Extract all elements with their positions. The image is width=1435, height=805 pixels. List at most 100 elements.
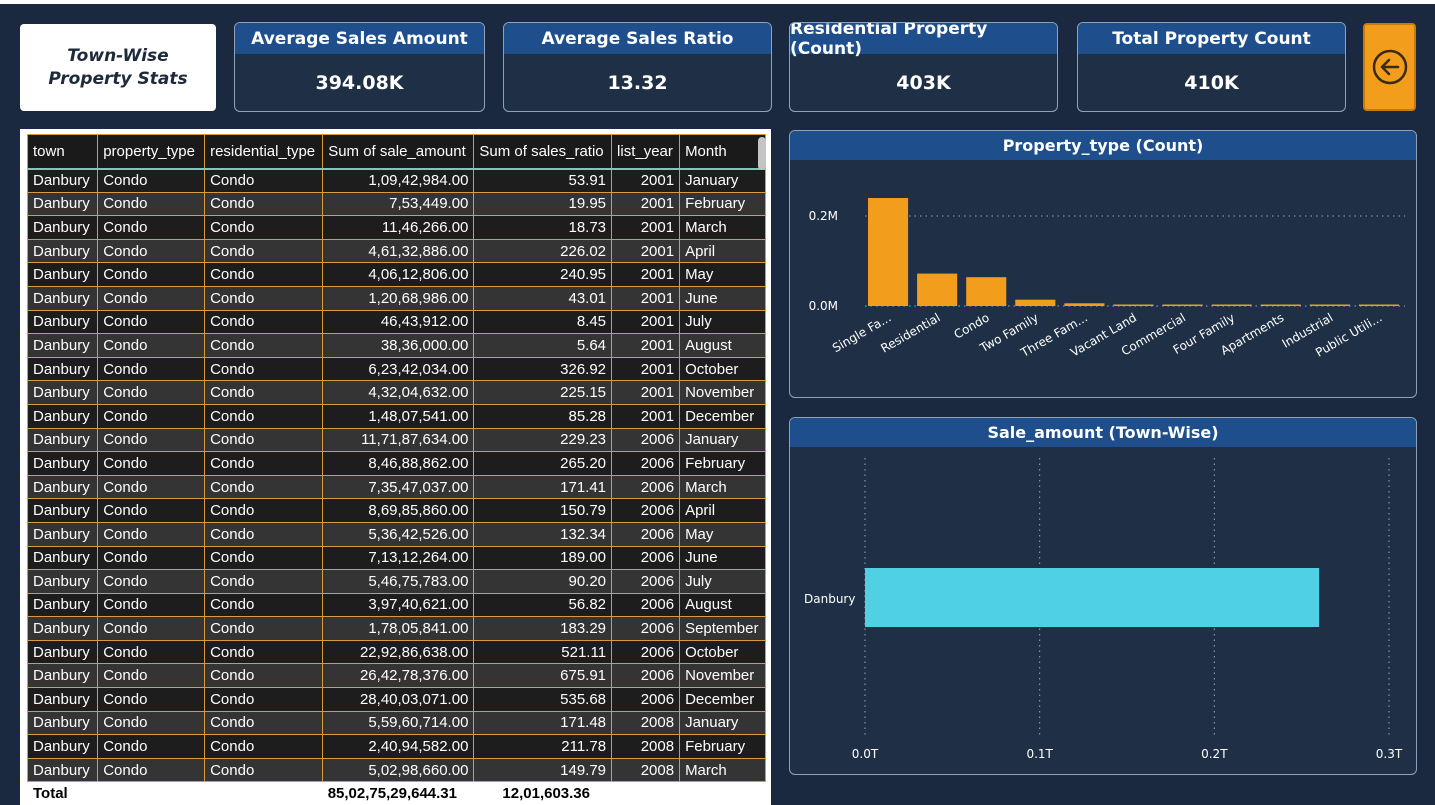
table-row[interactable]: Danbury Condo Condo 1,78,05,841.00 183.29 200… [26,616,766,641]
bar-industrial[interactable] [1309,304,1350,307]
cell-month: January [679,168,766,193]
table-row[interactable]: Danbury Condo Condo 4,06,12,806.00 240.95 200… [26,262,766,287]
cell-sales-ratio: 56.82 [473,592,613,618]
table-row[interactable]: Danbury Condo Condo 4,32,04,632.00 225.15 200… [26,380,766,405]
table-row[interactable]: Danbury Condo Condo 8,69,85,860.00 150.79 200… [26,498,766,523]
cell-sales-ratio: 211.78 [473,734,613,759]
bar-single-fa-[interactable] [868,198,909,306]
cell-town: Danbury [26,687,99,712]
table-row[interactable]: Danbury Condo Condo 7,35,47,037.00 171.41 200… [26,474,766,500]
cell-property-type: Condo [97,168,206,193]
kpi-label: Total Property Count [1078,23,1345,54]
cell-residential-type: Condo [204,639,324,665]
column-header-month[interactable]: Month [679,134,766,170]
table-scrollbar[interactable] [758,137,766,170]
cell-residential-type: Condo [204,498,324,523]
cell-sales-ratio: 85.28 [473,403,613,429]
table-row[interactable]: Danbury Condo Condo 11,46,266.00 18.73 2001 Ma… [26,215,766,240]
cell-town: Danbury [26,215,99,240]
cell-residential-type: Condo [204,191,324,217]
table-row[interactable]: Danbury Condo Condo 7,13,12,264.00 189.00 200… [26,545,766,571]
cell-sale-amount: 7,35,47,037.00 [322,474,475,500]
table-row[interactable]: Danbury Condo Condo 2,40,94,582.00 211.78 200… [26,734,766,759]
table-row[interactable]: Danbury Condo Condo 38,36,000.00 5.64 2001 Aug… [26,333,766,358]
cell-sale-amount: 2,40,94,582.00 [322,734,475,759]
bar-danbury[interactable] [865,568,1320,627]
cell-property-type: Condo [97,333,206,358]
table-row[interactable]: Danbury Condo Condo 1,48,07,541.00 85.28 2001… [26,403,766,429]
cell-list-year: 2006 [611,451,681,476]
table-row[interactable]: Danbury Condo Condo 3,97,40,621.00 56.82 2006… [26,592,766,618]
cell-property-type: Condo [97,757,206,783]
table-row[interactable]: Danbury Condo Condo 1,09,42,984.00 53.91 2001… [26,168,766,193]
cell-list-year: 2001 [611,215,681,240]
bar-commercial[interactable] [1162,304,1203,307]
cell-month: December [679,687,766,712]
cell-property-type: Condo [97,639,206,665]
table-row[interactable]: Danbury Condo Condo 26,42,78,376.00 675.91 20… [26,663,766,689]
table-row[interactable]: Danbury Condo Condo 4,61,32,886.00 226.02 200… [26,238,766,264]
cell-property-type: Condo [97,356,206,382]
x-tick-label: 0.1T [1026,747,1053,761]
cell-residential-type: Condo [204,592,324,618]
column-header-property-type[interactable]: property_type [97,134,206,170]
cell-sale-amount: 26,42,78,376.00 [322,663,475,689]
table-row[interactable]: Danbury Condo Condo 46,43,912.00 8.45 2001 Jul… [26,309,766,335]
cell-residential-type: Condo [204,569,324,594]
cell-residential-type: Condo [204,285,324,311]
table-row[interactable]: Danbury Condo Condo 5,02,98,660.00 149.79 200… [26,757,766,783]
bar-three-fam-[interactable] [1064,303,1105,306]
x-tick-label: 0.2T [1201,747,1228,761]
cell-town: Danbury [26,569,99,594]
cell-sale-amount: 1,48,07,541.00 [322,403,475,429]
cell-property-type: Condo [97,498,206,523]
table-row[interactable]: Danbury Condo Condo 5,36,42,526.00 132.34 200… [26,521,766,547]
bar-vacant-land[interactable] [1113,304,1154,307]
cell-residential-type: Condo [204,757,324,783]
cell-sales-ratio: 18.73 [473,215,613,240]
cell-property-type: Condo [97,238,206,264]
cell-sales-ratio: 90.20 [473,569,613,594]
cell-property-type: Condo [97,191,206,217]
cell-month: March [679,474,766,500]
bar-four-family[interactable] [1211,304,1252,307]
y-tick-label: 0.0M [809,299,838,313]
cell-list-year: 2006 [611,592,681,618]
sale-amount-chart-svg: 0.0T 0.1T 0.2T 0.3T Danbury [804,458,1403,761]
column-header-sum-sale-amount[interactable]: Sum of sale_amount [322,134,475,170]
column-header-sum-sales-ratio[interactable]: Sum of sales_ratio [473,134,613,170]
cell-list-year: 2006 [611,616,681,641]
cell-sale-amount: 28,40,03,071.00 [322,687,475,712]
bar-apartments[interactable] [1260,304,1301,307]
cell-month: November [679,663,766,689]
cell-month: November [679,380,766,405]
table-row[interactable]: Danbury Condo Condo 11,71,87,634.00 229.23 20… [26,427,766,453]
cell-property-type: Condo [97,403,206,429]
property-type-count-chart: Property_type (Count) 0.0M 0.2M Single Fa.… [789,130,1417,398]
cell-sale-amount: 5,02,98,660.00 [322,757,475,783]
column-header-town[interactable]: town [26,134,99,170]
bar-condo[interactable] [966,277,1007,306]
cell-sales-ratio: 240.95 [473,262,613,287]
table-row[interactable]: Danbury Condo Condo 5,46,75,783.00 90.20 2006… [26,569,766,594]
bar-public-utili-[interactable] [1358,304,1399,307]
table-row[interactable]: Danbury Condo Condo 6,23,42,034.00 326.92 200… [26,356,766,382]
total-sale-amount: 85,02,75,29,644.31 [327,785,457,802]
bar-residential[interactable] [917,273,958,306]
table-row[interactable]: Danbury Condo Condo 1,20,68,986.00 43.01 2001… [26,285,766,311]
table-row[interactable]: Danbury Condo Condo 22,92,86,638.00 521.11 20… [26,639,766,665]
cell-sale-amount: 7,13,12,264.00 [322,545,475,571]
column-header-residential-type[interactable]: residential_type [204,134,324,170]
table-row[interactable]: Danbury Condo Condo 8,46,88,862.00 265.20 200… [26,451,766,476]
cell-list-year: 2008 [611,734,681,759]
cell-sale-amount: 1,78,05,841.00 [322,616,475,641]
table-row[interactable]: Danbury Condo Condo 28,40,03,071.00 535.68 20… [26,687,766,712]
column-header-list-year[interactable]: list_year [611,134,681,170]
cell-list-year: 2001 [611,380,681,405]
table-row[interactable]: Danbury Condo Condo 7,53,449.00 19.95 2001 Feb… [26,191,766,217]
cell-list-year: 2001 [611,168,681,193]
table-row[interactable]: Danbury Condo Condo 5,59,60,714.00 171.48 200… [26,710,766,736]
cell-list-year: 2006 [611,498,681,523]
back-button[interactable] [1363,23,1416,111]
bar-two-family[interactable] [1015,299,1056,306]
